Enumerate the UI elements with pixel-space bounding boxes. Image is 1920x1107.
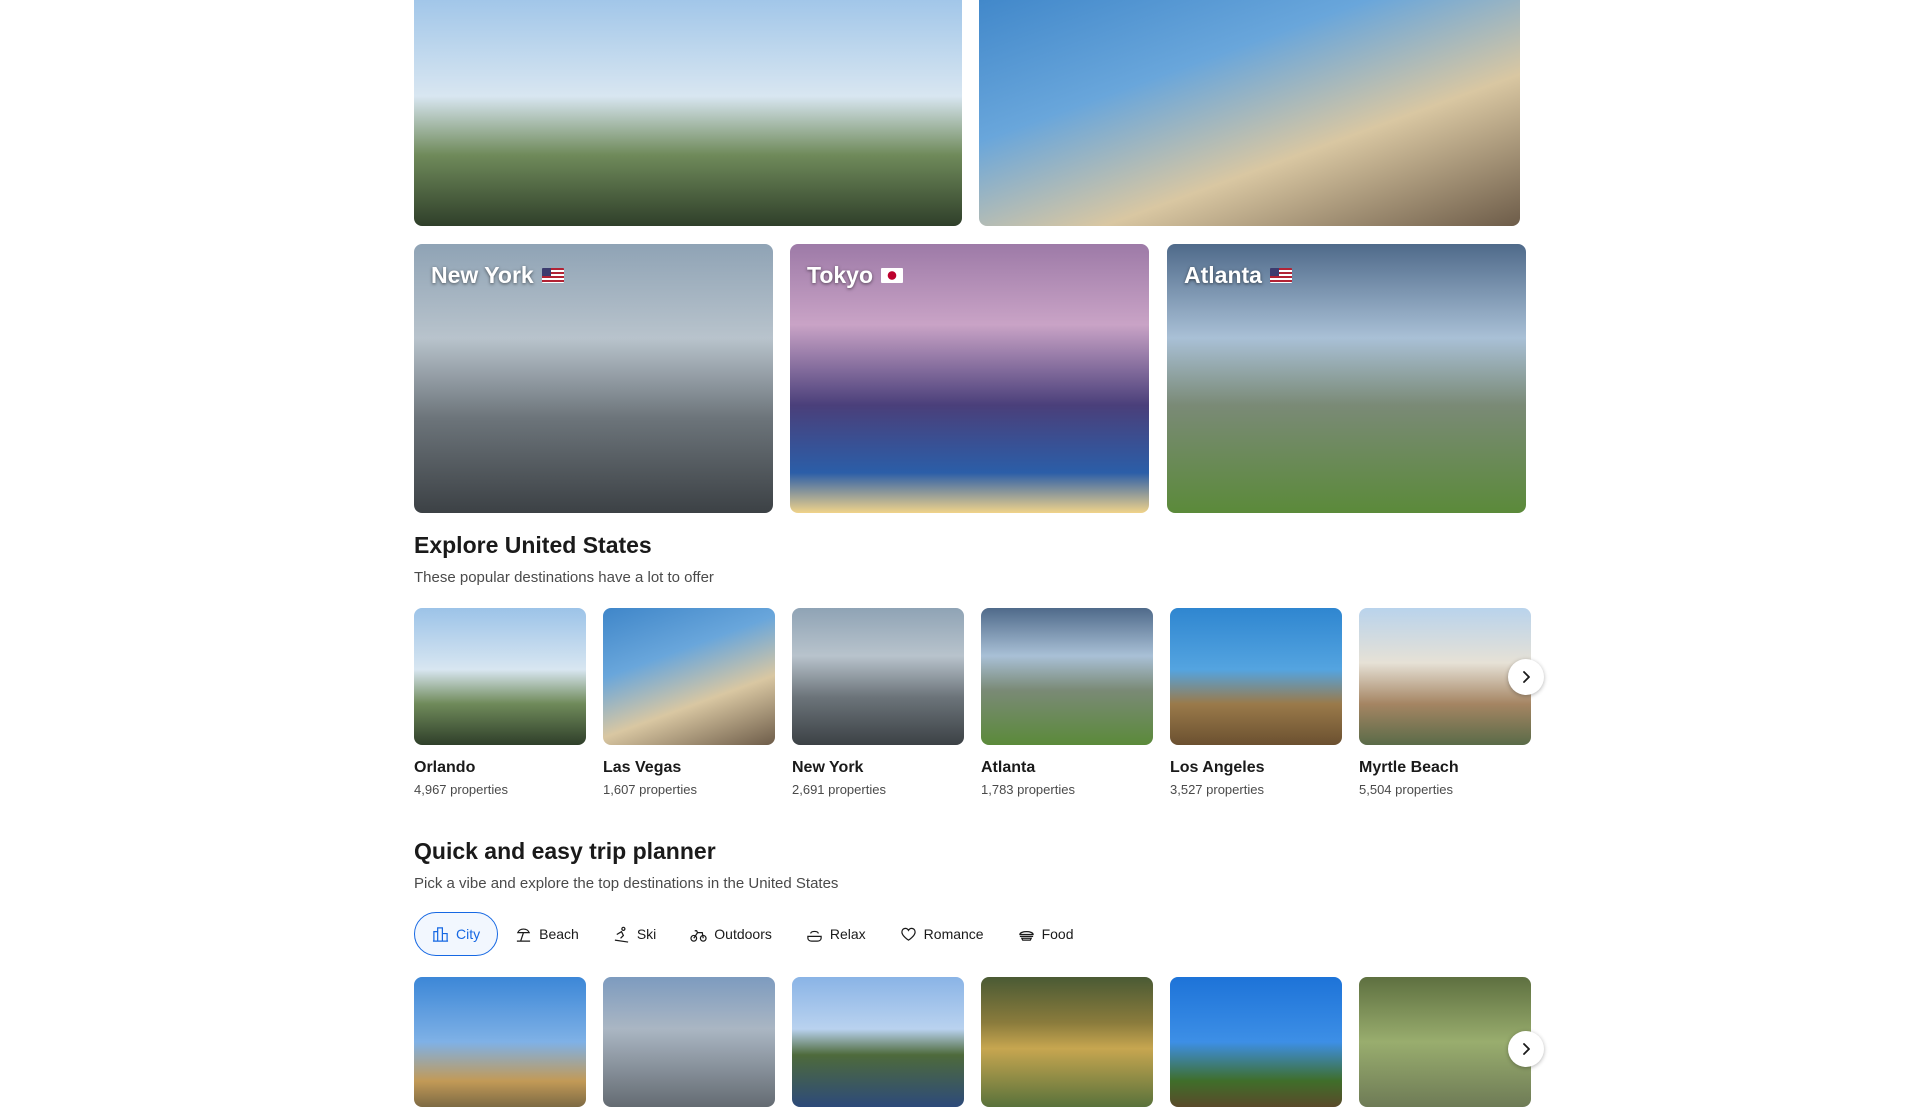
chip-label: Romance <box>923 926 984 942</box>
vibe-chip-group: City Beach Ski Outdoors Relax Romance Fo… <box>414 911 1091 957</box>
vibe-chip-relax[interactable]: Relax <box>789 912 883 956</box>
beach-icon <box>517 927 531 942</box>
destination-name: Orlando <box>414 759 476 776</box>
chip-label: Outdoors <box>714 926 772 942</box>
planner-title: Quick and easy trip planner <box>414 838 716 864</box>
explore-title: Explore United States <box>414 532 652 558</box>
hero-card-new-york[interactable]: New York <box>414 244 773 513</box>
vibe-chip-food[interactable]: Food <box>1001 912 1091 956</box>
destination-image <box>1359 608 1531 745</box>
destination-name: Myrtle Beach <box>1359 759 1459 776</box>
vibe-chip-city[interactable]: City <box>414 912 499 956</box>
japan-flag-icon <box>881 268 904 283</box>
chip-label: Food <box>1041 926 1074 942</box>
planner-card-image[interactable] <box>1359 977 1531 1107</box>
hero-city-name: New York <box>431 262 534 288</box>
destination-name: Los Angeles <box>1170 759 1265 776</box>
us-flag-icon <box>1269 268 1292 283</box>
destination-properties: 1,783 properties <box>981 782 1075 797</box>
planner-card-image[interactable] <box>414 977 586 1107</box>
destination-image <box>792 608 964 745</box>
destination-name: Atlanta <box>981 759 1036 776</box>
destination-card-new-york[interactable]: New York 2,691 properties <box>792 608 964 797</box>
planner-card-image[interactable] <box>792 977 964 1107</box>
planner-subtitle: Pick a vibe and explore the top destinat… <box>414 875 839 892</box>
destination-image <box>603 608 775 745</box>
hero-card-atlanta[interactable]: Atlanta <box>1167 244 1526 513</box>
destination-properties: 1,607 properties <box>603 782 697 797</box>
destination-name: Las Vegas <box>603 759 682 776</box>
food-icon <box>1018 930 1034 941</box>
vibe-chip-ski[interactable]: Ski <box>596 912 673 956</box>
chip-label: Ski <box>636 926 657 942</box>
hero-card-orlando[interactable] <box>414 0 962 226</box>
destination-properties: 2,691 properties <box>792 782 886 797</box>
hero-city-name: Tokyo <box>807 262 874 288</box>
planner-next-button[interactable] <box>1508 1031 1544 1067</box>
chevron-right-icon <box>1523 1043 1530 1055</box>
hero-label: Tokyo <box>807 262 904 289</box>
hero-card-tokyo[interactable]: Tokyo <box>790 244 1149 513</box>
ski-icon <box>614 926 629 943</box>
relax-icon <box>807 930 822 942</box>
city-icon <box>432 926 449 942</box>
planner-card-image[interactable] <box>603 977 775 1107</box>
destination-card-atlanta[interactable]: Atlanta 1,783 properties <box>981 608 1153 797</box>
chip-label: Relax <box>829 926 866 942</box>
bicycle-icon <box>690 929 707 942</box>
destination-image <box>1170 608 1342 745</box>
chip-label: City <box>456 926 481 942</box>
chip-label: Beach <box>539 926 579 942</box>
chevron-right-icon <box>1523 671 1530 683</box>
planner-card-image[interactable] <box>981 977 1153 1107</box>
vibe-chip-beach[interactable]: Beach <box>498 912 596 956</box>
destination-name: New York <box>792 759 864 776</box>
destination-properties: 4,967 properties <box>414 782 508 797</box>
destination-card-myrtle-beach[interactable]: Myrtle Beach 5,504 properties <box>1359 608 1531 797</box>
destination-card-orlando[interactable]: Orlando 4,967 properties <box>414 608 586 797</box>
us-flag-icon <box>541 268 564 283</box>
explore-subtitle: These popular destinations have a lot to… <box>414 569 714 586</box>
planner-card-image[interactable] <box>1170 977 1342 1107</box>
vibe-chip-outdoors[interactable]: Outdoors <box>673 912 789 956</box>
destination-properties: 3,527 properties <box>1170 782 1264 797</box>
destination-card-las-vegas[interactable]: Las Vegas 1,607 properties <box>603 608 775 797</box>
explore-next-button[interactable] <box>1508 659 1544 695</box>
destination-image <box>414 608 586 745</box>
hero-label: New York <box>431 262 564 289</box>
vibe-chip-romance[interactable]: Romance <box>883 912 1001 956</box>
hero-city-name: Atlanta <box>1184 262 1262 288</box>
destination-image <box>981 608 1153 745</box>
destination-properties: 5,504 properties <box>1359 782 1453 797</box>
hero-label: Atlanta <box>1184 262 1292 289</box>
hero-card-las-vegas[interactable] <box>979 0 1520 226</box>
destination-card-los-angeles[interactable]: Los Angeles 3,527 properties <box>1170 608 1342 797</box>
heart-icon <box>900 927 916 941</box>
